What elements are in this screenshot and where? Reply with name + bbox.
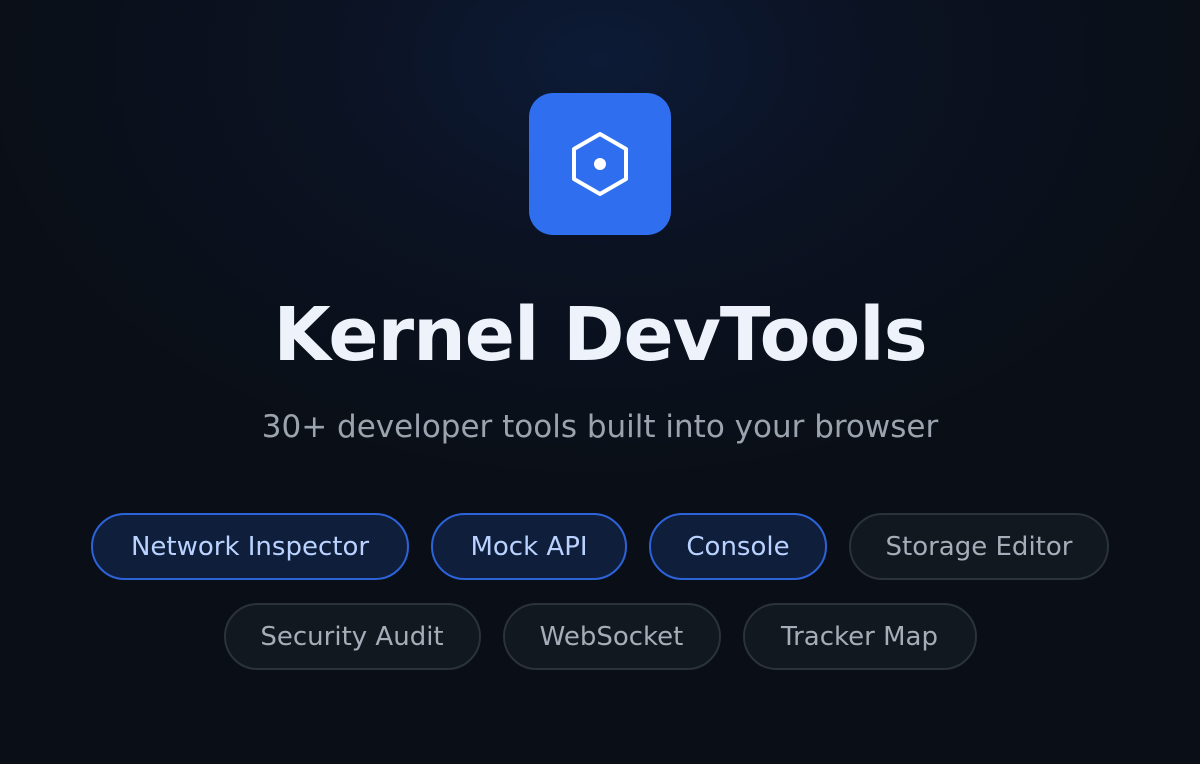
feature-chips-row-1: Network Inspector Mock API Console Stora…: [0, 513, 1200, 580]
app-logo: [529, 93, 671, 235]
chip-security-audit[interactable]: Security Audit: [223, 603, 481, 670]
chip-mock-api[interactable]: Mock API: [431, 513, 627, 580]
hexagon-dot-icon: [572, 132, 628, 196]
chip-console[interactable]: Console: [649, 513, 827, 580]
chip-storage-editor[interactable]: Storage Editor: [849, 513, 1109, 580]
feature-chips-row-2: Security Audit WebSocket Tracker Map: [0, 603, 1200, 670]
chip-tracker-map[interactable]: Tracker Map: [742, 603, 977, 670]
chip-websocket[interactable]: WebSocket: [502, 603, 721, 670]
page-title: Kernel DevTools: [273, 292, 927, 378]
page-subtitle: 30+ developer tools built into your brow…: [261, 409, 939, 445]
chip-network-inspector[interactable]: Network Inspector: [91, 513, 409, 580]
